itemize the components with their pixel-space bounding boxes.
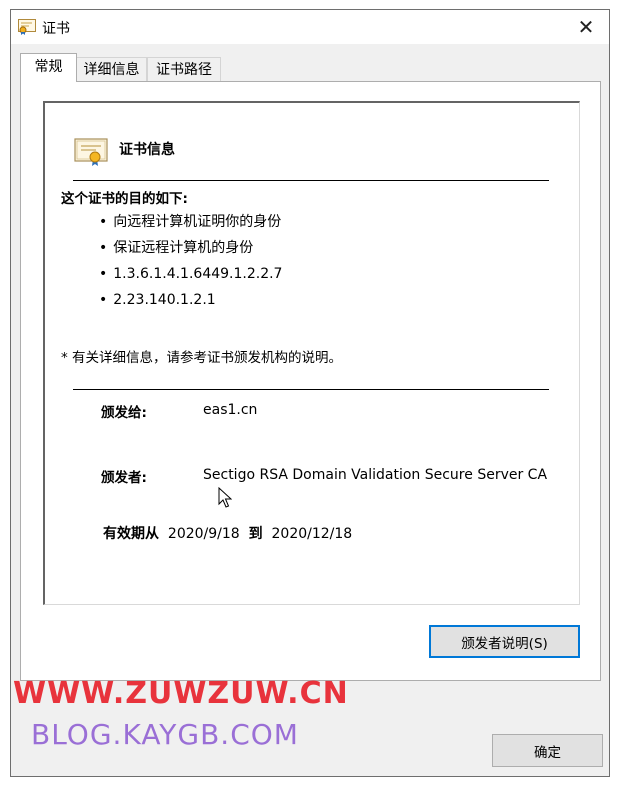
general-tab-panel: 证书信息 这个证书的目的如下: 向远程计算机证明你的身份 保证远程计算机的身份 …: [20, 81, 601, 681]
watermark-url: WWW.ZUWZUW.CN: [13, 676, 349, 711]
tab-label: 证书路径: [156, 62, 212, 78]
issued-by-label: 颁发者:: [101, 470, 147, 486]
list-item: 向远程计算机证明你的身份: [99, 209, 282, 235]
tab-details[interactable]: 详细信息: [76, 57, 147, 82]
divider: [73, 180, 549, 181]
tab-general[interactable]: 常规: [20, 53, 77, 82]
certificate-dialog: 证书 ✕ 常规 详细信息 证书路径 证书信息 这个证书的目的如下: • 向远程计…: [10, 9, 610, 777]
validity-period: 有效期从 2020/9/18 到 2020/12/18: [103, 523, 352, 543]
issuer-statement-button[interactable]: 颁发者说明(S): [429, 625, 580, 658]
close-icon: ✕: [577, 15, 595, 39]
tab-label: 详细信息: [83, 62, 140, 78]
list-item: 2.23.140.1.2.1: [99, 287, 282, 313]
valid-from-label: 有效期从: [103, 526, 159, 542]
watermark-blog: BLOG.KAYGB.COM: [31, 718, 299, 751]
purpose-heading: 这个证书的目的如下:: [61, 191, 188, 207]
valid-to-date: 2020/12/18: [271, 526, 353, 542]
ok-button[interactable]: 确定: [492, 734, 603, 767]
issued-to-value: eas1.cn: [203, 402, 258, 418]
issued-by-value: Sectigo RSA Domain Validation Secure Ser…: [203, 467, 548, 483]
list-item: 保证远程计算机的身份: [99, 235, 282, 261]
issued-to-label: 颁发给:: [101, 405, 147, 421]
section-title: 证书信息: [119, 142, 175, 158]
purpose-list: 向远程计算机证明你的身份 保证远程计算机的身份 1.3.6.1.4.1.6449…: [99, 209, 282, 313]
title-bar: 证书 ✕: [11, 10, 609, 44]
details-note: * 有关详细信息，请参考证书颁发机构的说明。: [61, 350, 343, 366]
tab-label: 常规: [34, 59, 63, 75]
divider: [73, 389, 549, 390]
valid-from-date: 2020/9/18: [167, 526, 240, 542]
window-title: 证书: [42, 21, 70, 37]
certificate-icon: [74, 138, 108, 166]
tab-certification-path[interactable]: 证书路径: [147, 57, 221, 82]
mouse-cursor-icon: [218, 487, 232, 508]
certificate-icon: [18, 19, 36, 35]
list-item: 1.3.6.1.4.1.6449.1.2.2.7: [99, 261, 282, 287]
certificate-info-box: 证书信息 这个证书的目的如下: 向远程计算机证明你的身份 保证远程计算机的身份 …: [43, 101, 580, 605]
valid-to-label: 到: [248, 526, 263, 542]
close-button[interactable]: ✕: [563, 10, 609, 44]
